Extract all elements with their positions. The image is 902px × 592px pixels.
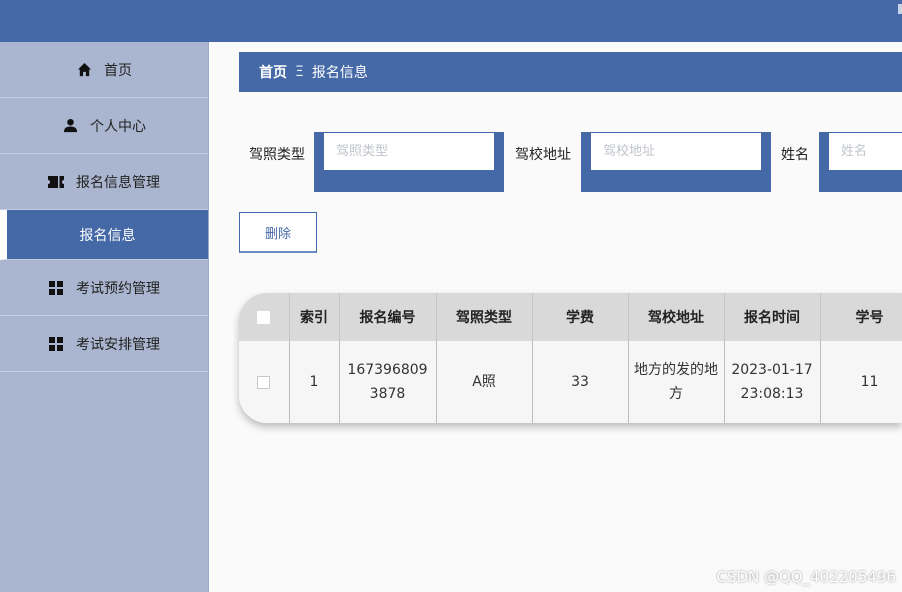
grid-icon — [48, 336, 64, 352]
license-type-input[interactable] — [324, 133, 494, 170]
user-icon — [62, 118, 78, 134]
column-header-registration-time: 报名时间 — [724, 293, 821, 341]
row-checkbox[interactable] — [257, 375, 271, 389]
select-all-cell — [239, 293, 290, 341]
column-header-student-id: 学号 — [820, 293, 902, 341]
name-label: 姓名 — [781, 147, 809, 163]
ticket-icon — [48, 174, 64, 190]
column-header-index: 索引 — [289, 293, 340, 341]
sidebar-item-label: 首页 — [104, 62, 132, 79]
top-bar-edge — [898, 4, 902, 14]
sidebar-item-label: 报名信息管理 — [76, 174, 160, 191]
breadcrumb-current: 报名信息 — [311, 65, 368, 81]
school-address-field-frame — [581, 132, 771, 192]
sidebar-item-exam-schedule-management[interactable]: 考试安排管理 — [0, 316, 208, 372]
breadcrumb-home[interactable]: 首页 — [259, 62, 287, 82]
row-select-cell — [239, 341, 290, 423]
sidebar-item-label: 考试预约管理 — [76, 280, 160, 297]
top-bar — [0, 0, 902, 42]
sidebar-item-home[interactable]: 首页 — [0, 42, 208, 98]
main-content: 首页 Ξ 报名信息 驾照类型 驾校地址 姓名 删除 索引 报名编号 驾照类型 — [210, 42, 902, 592]
cell-registration-number: 1673968093878 — [339, 341, 437, 423]
sidebar-item-label: 报名信息 — [79, 227, 136, 244]
column-header-school-address: 驾校地址 — [628, 293, 725, 341]
name-input[interactable] — [829, 133, 902, 170]
delete-button[interactable]: 删除 — [239, 212, 317, 253]
license-type-label: 驾照类型 — [249, 147, 305, 163]
select-all-checkbox[interactable] — [257, 310, 271, 324]
cell-registration-time: 2023-01-17 23:08:13 — [724, 341, 821, 423]
breadcrumb: 首页 Ξ 报名信息 — [239, 52, 902, 92]
cell-tuition: 33 — [532, 341, 629, 423]
sidebar-item-registration-management[interactable]: 报名信息管理 — [0, 154, 208, 210]
name-field-frame — [819, 132, 902, 192]
table-row[interactable]: 1 1673968093878 A照 33 地方的发的地方 2023-01-17… — [239, 341, 902, 423]
data-table: 索引 报名编号 驾照类型 学费 驾校地址 报名时间 学号 1 167396809… — [239, 293, 902, 423]
license-type-field-frame — [314, 132, 504, 192]
column-header-license-type: 驾照类型 — [436, 293, 533, 341]
column-header-tuition: 学费 — [532, 293, 629, 341]
cell-student-id: 11 — [820, 341, 902, 423]
sidebar-item-personal-center[interactable]: 个人中心 — [0, 98, 208, 154]
sidebar-item-registration-info[interactable]: 报名信息 — [0, 210, 208, 260]
sidebar-item-label: 个人中心 — [90, 118, 146, 135]
cell-school-address: 地方的发的地方 — [628, 341, 725, 423]
grid-icon — [48, 280, 64, 296]
cell-license-type: A照 — [436, 341, 533, 423]
sidebar-item-exam-booking-management[interactable]: 考试预约管理 — [0, 260, 208, 316]
table-header-row: 索引 报名编号 驾照类型 学费 驾校地址 报名时间 学号 — [239, 293, 902, 341]
watermark: CSDN @QQ_402205496 — [716, 568, 896, 586]
breadcrumb-separator: Ξ — [295, 64, 304, 80]
home-icon — [76, 62, 92, 78]
column-header-registration-number: 报名编号 — [339, 293, 437, 341]
school-address-input[interactable] — [591, 133, 761, 170]
school-address-label: 驾校地址 — [515, 147, 571, 163]
cell-index: 1 — [289, 341, 340, 423]
sidebar: 首页 个人中心 报名信息管理 报名信息 考试预约管理 考试安排管理 — [0, 42, 209, 592]
sidebar-item-label: 考试安排管理 — [76, 336, 160, 353]
